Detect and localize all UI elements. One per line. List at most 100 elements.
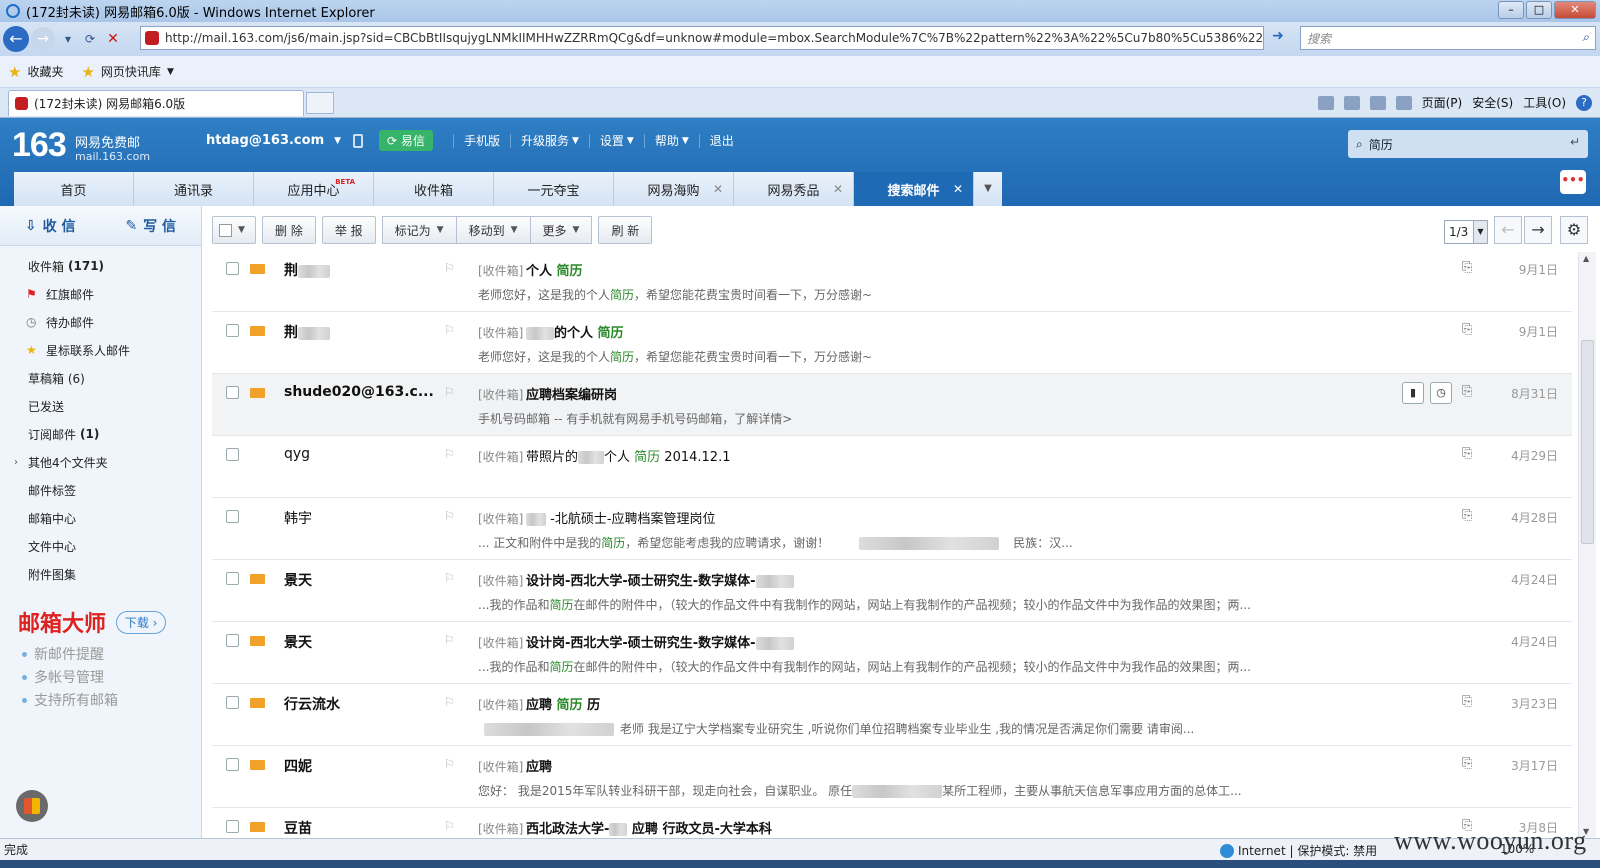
flag-icon[interactable]: ⚐ <box>444 695 455 709</box>
row-checkbox[interactable] <box>226 448 239 461</box>
tab-xiupin[interactable]: 网易秀品 ✕ <box>734 172 854 206</box>
next-page-button[interactable]: → <box>1524 216 1552 244</box>
chevron-down-icon[interactable]: ▼ <box>167 67 174 77</box>
upgrade-link[interactable]: 升级服务 <box>521 132 569 149</box>
help-link[interactable]: 帮助 <box>655 132 679 149</box>
row-checkbox[interactable] <box>226 820 239 833</box>
flag-icon[interactable]: ⚐ <box>444 385 455 399</box>
account-chevron-icon[interactable]: ▼ <box>334 136 341 146</box>
scrollbar-thumb[interactable] <box>1581 340 1594 544</box>
flag-icon[interactable]: ⚐ <box>444 633 455 647</box>
mark-as-menu[interactable]: 标记为 ▼ <box>381 216 456 244</box>
tools-menu[interactable]: 工具(O) <box>1523 94 1566 111</box>
flag-icon[interactable]: ⚐ <box>444 509 455 523</box>
close-icon[interactable]: ✕ <box>953 182 963 196</box>
reminder-clock-icon[interactable]: ◷ <box>1430 382 1452 404</box>
mail-row[interactable]: 四妮 ⚐ [收件箱] 应聘 您好： 我是2015年军队转业科研干部，现走向社会，… <box>212 746 1572 808</box>
flag-icon[interactable]: ⚐ <box>444 447 455 461</box>
new-tab-button[interactable] <box>306 92 334 114</box>
tab-home[interactable]: 首页 <box>14 172 134 206</box>
sidebar-item-attachment-gallery[interactable]: 附件图集 <box>0 560 201 588</box>
more-options-icon[interactable]: ••• <box>1560 170 1586 194</box>
more-menu[interactable]: 更多 ▼ <box>529 216 593 244</box>
promo-title[interactable]: 邮箱大师 <box>18 606 106 638</box>
sidebar-item-tags[interactable]: 邮件标签 <box>0 476 201 504</box>
row-checkbox[interactable] <box>226 510 239 523</box>
sidebar-item-mail-center[interactable]: 邮箱中心 <box>0 504 201 532</box>
mail-row[interactable]: 豆苗 ⚐ [收件箱] 西北政法大学- 应聘 行政文员-大学本科 ⎘ 3月8日 <box>212 808 1572 838</box>
flag-icon[interactable]: ⚐ <box>444 571 455 585</box>
row-checkbox[interactable] <box>226 634 239 647</box>
mail-row[interactable]: shude020@163.c... ⚐ [收件箱] 应聘档案编研岗 手机号码邮箱… <box>212 374 1572 436</box>
search-icon[interactable]: ⌕ <box>1582 30 1589 45</box>
app-launcher-icon[interactable] <box>16 790 48 822</box>
url-input[interactable]: http://mail.163.com/js6/main.jsp?sid=CBC… <box>140 26 1264 50</box>
mobile-link[interactable]: 手机版 <box>464 132 500 149</box>
quick-sites-link[interactable]: 网页快讯库 <box>101 63 161 80</box>
logo-number[interactable]: 163 <box>12 126 67 165</box>
settings-link[interactable]: 设置 <box>600 132 624 149</box>
back-button[interactable]: ← <box>3 26 29 52</box>
tab-search-mail[interactable]: 搜索邮件 ✕ <box>854 172 974 206</box>
home-icon[interactable] <box>1317 95 1334 110</box>
sidebar-item-subscriptions[interactable]: 订阅邮件 (1) <box>0 420 201 448</box>
mail-row[interactable]: qyg ⚐ [收件箱] 带照片的 个人 简历 2014.12.1 ⎘ 4月29日 <box>212 436 1572 498</box>
refresh-button[interactable]: 刷 新 <box>598 216 653 244</box>
flag-icon[interactable]: ⚐ <box>444 819 455 833</box>
safety-menu[interactable]: 安全(S) <box>1472 94 1513 111</box>
print-icon[interactable] <box>1395 95 1412 110</box>
flag-icon[interactable]: ⚐ <box>444 757 455 771</box>
tab-contacts[interactable]: 通讯录 <box>134 172 254 206</box>
browser-search-input[interactable]: 搜索 ⌕ <box>1300 26 1596 50</box>
receive-button[interactable]: ⇩ 收 信 <box>0 206 101 245</box>
mail-row[interactable]: 景天 ⚐ [收件箱] 设计岗-西北大学-硕士研究生-数字媒体- ...我的作品和… <box>212 560 1572 622</box>
yixin-button[interactable]: ⟳ 易信 <box>379 130 433 151</box>
move-to-menu[interactable]: 移动到 ▼ <box>455 216 530 244</box>
page-menu[interactable]: 页面(P) <box>1422 94 1463 111</box>
minimize-button[interactable]: – <box>1498 1 1524 19</box>
forward-button[interactable]: → <box>31 27 55 51</box>
tabs-more-chevron-icon[interactable]: ▼ <box>974 172 1002 206</box>
mail-search-input[interactable]: ⌕ 简历 ↵ <box>1348 130 1588 158</box>
refresh-icon[interactable]: ⟳ <box>81 32 99 46</box>
prev-page-button[interactable]: ← <box>1494 216 1522 244</box>
mail-row[interactable]: 荆 ⚐ [收件箱] 的个人 简历 老师您好，这是我的个人简历，希望您能花费宝贵时… <box>212 312 1572 374</box>
delete-button[interactable]: 删 除 <box>262 216 316 244</box>
maximize-button[interactable]: □ <box>1526 1 1552 19</box>
row-checkbox[interactable] <box>226 324 239 337</box>
row-checkbox[interactable] <box>226 696 239 709</box>
close-icon[interactable]: ✕ <box>713 182 723 196</box>
close-icon[interactable]: ✕ <box>833 182 843 196</box>
mail-row[interactable]: 韩宇 ⚐ [收件箱] -北航硕士-应聘档案管理岗位 ... 正文和附件中是我的简… <box>212 498 1572 560</box>
flag-icon[interactable]: ⚐ <box>444 323 455 337</box>
browser-tab[interactable]: (172封未读) 网易邮箱6.0版 <box>8 90 304 116</box>
go-icon[interactable]: ➜ <box>1268 28 1288 48</box>
tab-app-center[interactable]: 应用中心 BETA <box>254 172 374 206</box>
select-all-dropdown[interactable]: ▼ <box>212 216 256 244</box>
compose-button[interactable]: ✎ 写 信 <box>101 206 202 245</box>
close-window-button[interactable]: ✕ <box>1554 1 1596 19</box>
mail-row[interactable]: 行云流水 ⚐ [收件箱] 应聘 简历 历 老师 我是辽宁大学档案专业研究生 ,听… <box>212 684 1572 746</box>
gear-icon[interactable]: ⚙ <box>1560 216 1588 244</box>
sidebar-item-drafts[interactable]: 草稿箱 (6) <box>0 364 201 392</box>
history-dropdown-icon[interactable]: ▾ <box>59 32 77 46</box>
row-checkbox[interactable] <box>226 386 239 399</box>
bookmark-icon[interactable]: ▮ <box>1402 382 1424 404</box>
stop-icon[interactable]: ✕ <box>105 31 121 47</box>
report-button[interactable]: 举 报 <box>321 216 376 244</box>
sidebar-item-file-center[interactable]: 文件中心 <box>0 532 201 560</box>
mail-icon[interactable] <box>1369 95 1386 110</box>
tab-haigou[interactable]: 网易海购 ✕ <box>614 172 734 206</box>
add-favorite-icon[interactable]: ★ <box>81 63 94 81</box>
sidebar-item-todo[interactable]: ◷ 待办邮件 <box>0 308 201 336</box>
sidebar-item-flagged[interactable]: ⚑ 红旗邮件 <box>0 280 201 308</box>
favorites-button[interactable]: 收藏夹 <box>27 63 63 80</box>
vertical-scrollbar[interactable]: ▲ ▼ <box>1578 252 1596 838</box>
row-checkbox[interactable] <box>226 758 239 771</box>
flag-icon[interactable]: ⚐ <box>444 261 455 275</box>
sidebar-item-other-folders[interactable]: › 其他4个文件夹 <box>0 448 201 476</box>
phone-icon[interactable] <box>353 133 364 148</box>
row-checkbox[interactable] <box>226 572 239 585</box>
mail-row[interactable]: 荆 ⚐ [收件箱] 个人 简历 老师您好，这是我的个人简历，希望您能花费宝贵时间… <box>212 250 1572 312</box>
sidebar-item-starred[interactable]: ★ 星标联系人邮件 <box>0 336 201 364</box>
